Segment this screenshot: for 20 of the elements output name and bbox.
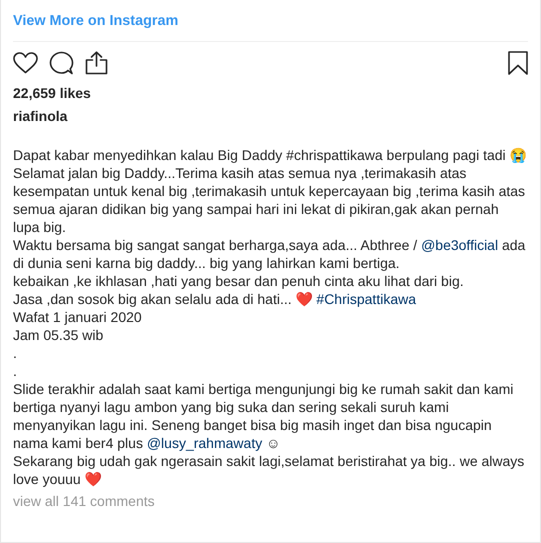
caption-text: . (13, 362, 18, 380)
caption-text: kebaikan ,ke ikhlasan ,hati yang besar dan penuh cinta aku lihat dari big. (13, 272, 465, 290)
caption-text: Dapat kabar menyedihkan kalau Big Daddy #chrispattikawa berpulang pagi tadi 😭 (13, 146, 528, 164)
caption-text: . (13, 344, 18, 362)
caption-text: Wafat 1 januari 2020 (13, 308, 143, 326)
caption-text: Waktu bersama big sangat sangat berharga,saya ada... Abthree / @be3official ada di dunia seni karna big daddy... big yang lahirkan kami bertiga. (13, 236, 526, 272)
caption-text: Slide terakhir adalah saat kami bertiga mengunjungi big ke rumah sakit dan kami bertiga nyanyi lagu ambon yang big suka dan sering sekali suruh kami menyanyikan lagu ini. Seneng banget bisa big masih inget dan bisa ngucapin nama kami ber4 plus @lusy_rahmawaty ☺ (13, 380, 514, 452)
tag-link[interactable]: @lusy_rahmawaty (146, 435, 262, 451)
heart-icon[interactable] (13, 52, 38, 74)
likes-count: 22,659 likes (13, 85, 92, 101)
tag-link[interactable]: #Chrispattikawa (316, 291, 416, 307)
caption-text: Selamat jalan big Daddy...Terima kasih atas semua nya ,terimakasih atas kesempatan untuk kenal big ,terimakasih untuk kepercayaan big ,terima kasih atas semua ajaran didikan big yang sampai hari ini lekat di pikiran,gak akan pernah lupa big. (13, 164, 526, 236)
username[interactable]: riafinola (13, 108, 528, 124)
share-icon[interactable] (85, 51, 108, 75)
caption-text: Sekarang big udah gak ngerasain sakit lagi,selamat beristirahat ya big.. we always love youuu ❤ (13, 452, 526, 488)
comment-icon[interactable] (49, 51, 74, 75)
bookmark-icon[interactable] (508, 51, 528, 75)
tag-link[interactable]: @be3official (421, 237, 498, 253)
caption-text: Jam 05.35 wib (13, 326, 104, 344)
caption-text: Jasa ,dan sosok big akan selalu ada di hati... ❤ #Chrispattikawa (13, 290, 418, 308)
